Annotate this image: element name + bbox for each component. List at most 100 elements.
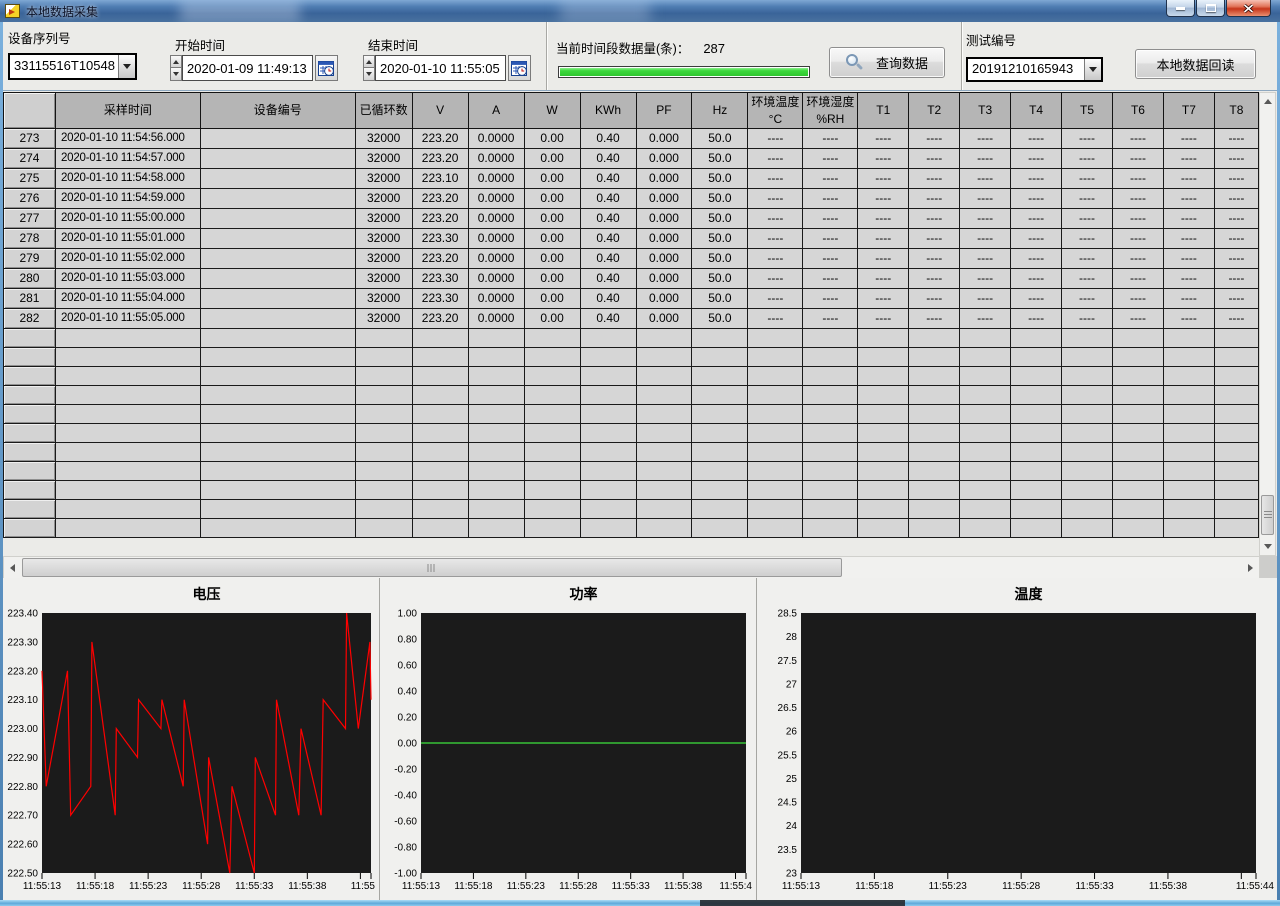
scroll-left-button[interactable]	[4, 557, 21, 578]
table-cell[interactable]: ----	[1062, 269, 1113, 289]
table-cell[interactable]	[692, 424, 748, 443]
table-cell[interactable]: 0.40	[580, 129, 636, 149]
table-cell[interactable]	[1163, 481, 1214, 500]
table-cell[interactable]	[1112, 519, 1163, 538]
table-cell[interactable]: 223.30	[412, 229, 468, 249]
table-cell[interactable]	[858, 405, 909, 424]
table-cell[interactable]: ----	[1112, 289, 1163, 309]
table-cell[interactable]	[200, 519, 355, 538]
table-cell[interactable]: 32000	[355, 169, 412, 189]
scroll-right-button[interactable]	[1242, 557, 1259, 578]
table-cell[interactable]: ----	[748, 289, 803, 309]
table-cell[interactable]: 223.20	[412, 129, 468, 149]
table-cell[interactable]	[909, 424, 960, 443]
table-cell[interactable]: ----	[1163, 229, 1214, 249]
table-cell[interactable]	[748, 386, 803, 405]
table-cell[interactable]	[1011, 500, 1062, 519]
table-cell[interactable]	[748, 329, 803, 348]
table-cell[interactable]	[4, 405, 56, 424]
table-cell[interactable]	[4, 481, 56, 500]
table-cell[interactable]: 50.0	[692, 269, 748, 289]
table-cell[interactable]	[1214, 481, 1258, 500]
table-row-empty[interactable]	[4, 519, 1259, 538]
table-cell[interactable]: ----	[748, 309, 803, 329]
table-row-empty[interactable]	[4, 405, 1259, 424]
table-cell[interactable]: ----	[748, 149, 803, 169]
table-cell[interactable]: 0.40	[580, 169, 636, 189]
table-cell[interactable]: ----	[960, 169, 1011, 189]
table-cell[interactable]: ----	[1011, 149, 1062, 169]
table-cell[interactable]	[580, 500, 636, 519]
table-cell[interactable]	[55, 386, 200, 405]
table-cell[interactable]	[1011, 443, 1062, 462]
table-cell[interactable]	[858, 367, 909, 386]
table-cell[interactable]	[580, 367, 636, 386]
table-cell[interactable]: ----	[858, 249, 909, 269]
table-cell[interactable]: ----	[1112, 189, 1163, 209]
table-cell[interactable]	[803, 367, 858, 386]
table-cell[interactable]: ----	[909, 169, 960, 189]
table-cell[interactable]: ----	[1062, 249, 1113, 269]
table-cell[interactable]: ----	[909, 189, 960, 209]
table-cell[interactable]	[803, 443, 858, 462]
table-cell[interactable]	[960, 500, 1011, 519]
table-cell[interactable]: 279	[4, 249, 56, 269]
table-cell[interactable]: 0.0000	[468, 249, 524, 269]
table-cell[interactable]	[1062, 348, 1113, 367]
table-cell[interactable]	[858, 443, 909, 462]
table-cell[interactable]	[468, 348, 524, 367]
table-cell[interactable]: 223.20	[412, 149, 468, 169]
table-cell[interactable]	[468, 405, 524, 424]
table-cell[interactable]	[636, 500, 692, 519]
table-cell[interactable]	[200, 443, 355, 462]
table-cell[interactable]: ----	[803, 269, 858, 289]
table-row-empty[interactable]	[4, 367, 1259, 386]
table-cell[interactable]	[4, 329, 56, 348]
table-cell[interactable]: ----	[748, 209, 803, 229]
table-cell[interactable]	[200, 367, 355, 386]
table-row-empty[interactable]	[4, 500, 1259, 519]
table-cell[interactable]	[55, 405, 200, 424]
table-cell[interactable]	[748, 424, 803, 443]
table-cell[interactable]: ----	[1214, 209, 1258, 229]
table-cell[interactable]	[692, 462, 748, 481]
table-cell[interactable]: 2020-01-10 11:55:01.000	[55, 229, 200, 249]
table-cell[interactable]	[909, 462, 960, 481]
table-cell[interactable]	[909, 500, 960, 519]
table-cell[interactable]	[200, 500, 355, 519]
table-cell[interactable]	[692, 386, 748, 405]
table-cell[interactable]	[200, 289, 355, 309]
table-cell[interactable]	[1112, 500, 1163, 519]
table-cell[interactable]	[412, 462, 468, 481]
table-cell[interactable]	[692, 348, 748, 367]
table-cell[interactable]	[524, 519, 580, 538]
close-button[interactable]	[1226, 0, 1271, 17]
table-cell[interactable]	[4, 519, 56, 538]
table-cell[interactable]: ----	[748, 189, 803, 209]
end-time-calendar-button[interactable]	[508, 55, 531, 81]
table-cell[interactable]	[468, 329, 524, 348]
table-cell[interactable]	[412, 519, 468, 538]
table-cell[interactable]: 0.000	[636, 309, 692, 329]
table-cell[interactable]	[909, 329, 960, 348]
table-cell[interactable]	[580, 462, 636, 481]
table-cell[interactable]	[692, 329, 748, 348]
table-cell[interactable]: ----	[909, 129, 960, 149]
table-cell[interactable]: 0.000	[636, 229, 692, 249]
table-cell[interactable]: 0.0000	[468, 169, 524, 189]
table-cell[interactable]	[692, 367, 748, 386]
table-cell[interactable]	[200, 269, 355, 289]
table-cell[interactable]: 0.0000	[468, 129, 524, 149]
table-cell[interactable]	[1112, 348, 1163, 367]
table-cell[interactable]	[412, 500, 468, 519]
table-cell[interactable]: ----	[803, 309, 858, 329]
table-cell[interactable]: ----	[1214, 129, 1258, 149]
table-cell[interactable]	[1011, 405, 1062, 424]
table-cell[interactable]: ----	[803, 169, 858, 189]
table-cell[interactable]: ----	[803, 229, 858, 249]
table-cell[interactable]	[200, 229, 355, 249]
table-cell[interactable]: ----	[1011, 309, 1062, 329]
table-cell[interactable]: 0.000	[636, 189, 692, 209]
table-cell[interactable]: 0.000	[636, 169, 692, 189]
table-cell[interactable]	[355, 481, 412, 500]
